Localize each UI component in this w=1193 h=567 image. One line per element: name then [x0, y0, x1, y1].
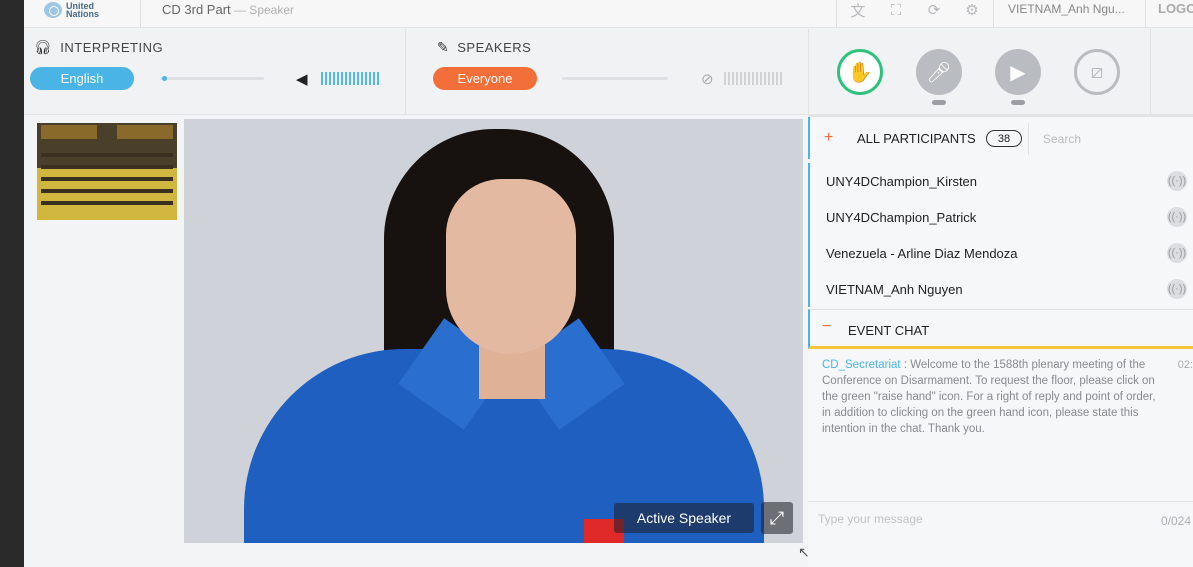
thumb-row	[41, 177, 173, 181]
un-emblem-icon	[44, 2, 62, 18]
participants-list: UNY4DChampion_Kirsten ((·)) UNY4DChampio…	[808, 163, 1193, 307]
participant-name: VIETNAM_Anh Nguyen	[826, 281, 963, 297]
participant-item[interactable]: UNY4DChampion_Patrick ((·))	[810, 199, 1193, 235]
microphone-options-handle[interactable]	[932, 100, 946, 105]
participant-item[interactable]: UNY4DChampion_Kirsten ((·))	[810, 163, 1193, 199]
speakers-volume-slider[interactable]	[562, 77, 668, 80]
refresh-icon[interactable]: ⟳	[915, 0, 953, 20]
speakers-select-button[interactable]: Everyone	[433, 67, 537, 90]
room-video-thumbnail[interactable]	[37, 123, 177, 220]
current-user[interactable]: VIETNAM_Anh Ngu...	[1008, 2, 1125, 16]
main-speaker-video[interactable]: Active Speaker ⤢	[184, 119, 803, 543]
interpreting-label: INTERPRETING	[60, 40, 164, 55]
thumb-row	[41, 201, 173, 205]
controls-divider	[1150, 29, 1151, 115]
audio-indicator-icon: ((·))	[1167, 207, 1187, 227]
camera-button[interactable]: ▶	[995, 49, 1041, 95]
logout-button[interactable]: LOGO	[1158, 1, 1193, 16]
slider-knob[interactable]	[162, 76, 168, 81]
participants-header: + ALL PARTICIPANTS 38 Search	[808, 117, 1193, 159]
fullscreen-icon[interactable]: ⛶	[877, 0, 915, 20]
session-title: CD 3rd Part — Speaker	[162, 2, 294, 17]
thumb-row	[41, 189, 173, 193]
speakers-section-label: ✎ SPEAKERS	[437, 39, 531, 56]
participant-name: UNY4DChampion_Kirsten	[826, 173, 978, 189]
thumb-floor	[37, 168, 177, 220]
topbar-divider	[993, 0, 994, 28]
topbar-divider	[836, 0, 837, 28]
collapse-chat-icon[interactable]: −	[822, 318, 831, 336]
settings-icon[interactable]: ⚙	[953, 0, 991, 20]
speakers-label: SPEAKERS	[457, 40, 532, 55]
participant-name: Venezuela - Arline Diaz Mendoza	[826, 245, 1018, 261]
camera-icon: ▶	[1010, 61, 1026, 84]
event-chat-header[interactable]: − EVENT CHAT	[808, 309, 1193, 349]
side-panel: + ALL PARTICIPANTS 38 Search UNY4DChampi…	[808, 115, 1193, 567]
camera-options-handle[interactable]	[1011, 100, 1025, 105]
chat-composer: 0/024	[808, 501, 1193, 543]
chat-char-count: 0/024	[1160, 514, 1191, 528]
mute-icon[interactable]: ⊘	[701, 70, 714, 88]
un-logo: United Nations	[44, 0, 99, 20]
add-participant-icon[interactable]: +	[824, 129, 833, 147]
chat-message-input[interactable]	[818, 512, 1118, 526]
top-bar: United Nations CD 3rd Part — Speaker 文 ⛶…	[24, 0, 1193, 28]
mouse-cursor-icon: ↖	[798, 544, 810, 560]
speaker-volume-icon[interactable]: ◀	[296, 70, 308, 88]
thumb-row	[41, 153, 173, 157]
raise-hand-button[interactable]: ✋	[837, 49, 883, 95]
screen-share-off-icon: ⧄	[1090, 60, 1104, 83]
interpreting-volume-slider[interactable]	[160, 76, 264, 81]
audio-indicator-icon: ((·))	[1167, 279, 1187, 299]
screen-share-button[interactable]: ⧄	[1074, 49, 1120, 95]
participants-search-input[interactable]: Search	[1028, 123, 1193, 155]
speaker-face	[446, 179, 576, 354]
controls-divider	[405, 29, 406, 115]
left-edge-strip	[0, 0, 24, 567]
event-chat-title: EVENT CHAT	[848, 323, 930, 338]
chat-message: CD_Secretariat : Welcome to the 1588th p…	[822, 357, 1193, 437]
audio-controls-bar: 🎧︎ INTERPRETING English ◀ ✎ SPEAKERS Eve…	[24, 29, 1193, 115]
thumb-screen	[41, 125, 97, 139]
participants-count-badge: 38	[986, 130, 1022, 147]
interpreting-level-meter	[321, 72, 379, 85]
session-title-text: CD 3rd Part	[162, 2, 231, 17]
thumb-row	[41, 165, 173, 169]
interpreting-section-label: 🎧︎ INTERPRETING	[34, 39, 163, 56]
thumb-screen	[117, 125, 173, 139]
participant-item[interactable]: Venezuela - Arline Diaz Mendoza ((·))	[810, 235, 1193, 271]
translate-icon[interactable]: 文	[839, 0, 877, 20]
speakers-level-meter	[724, 72, 782, 85]
expand-icon[interactable]: ⤢	[761, 502, 793, 534]
participant-name: UNY4DChampion_Patrick	[826, 209, 977, 225]
chat-timestamp: 02:	[1177, 359, 1193, 371]
audio-indicator-icon: ((·))	[1167, 243, 1187, 263]
app-window: United Nations CD 3rd Part — Speaker 文 ⛶…	[24, 0, 1193, 567]
chat-separator: :	[900, 359, 911, 371]
raise-hand-icon: ✋	[847, 61, 873, 84]
microphone-icon: 🎤︎	[926, 61, 952, 84]
participants-title: ALL PARTICIPANTS	[857, 131, 976, 146]
headphones-icon: 🎧︎	[34, 39, 53, 55]
un-logo-text: United Nations	[66, 1, 100, 19]
session-subtitle: — Speaker	[230, 3, 295, 17]
active-speaker-label: Active Speaker	[614, 503, 754, 533]
topbar-divider	[1145, 0, 1146, 28]
speakers-icon: ✎	[437, 39, 450, 55]
chat-messages: CD_Secretariat : Welcome to the 1588th p…	[808, 349, 1193, 499]
participant-item[interactable]: VIETNAM_Anh Nguyen ((·))	[810, 271, 1193, 307]
microphone-button[interactable]: 🎤︎	[916, 49, 962, 95]
language-select-button[interactable]: English	[30, 67, 134, 90]
controls-divider	[808, 29, 809, 115]
chat-sender[interactable]: CD_Secretariat	[822, 359, 901, 371]
audio-indicator-icon: ((·))	[1167, 171, 1187, 191]
topbar-divider	[140, 0, 141, 28]
